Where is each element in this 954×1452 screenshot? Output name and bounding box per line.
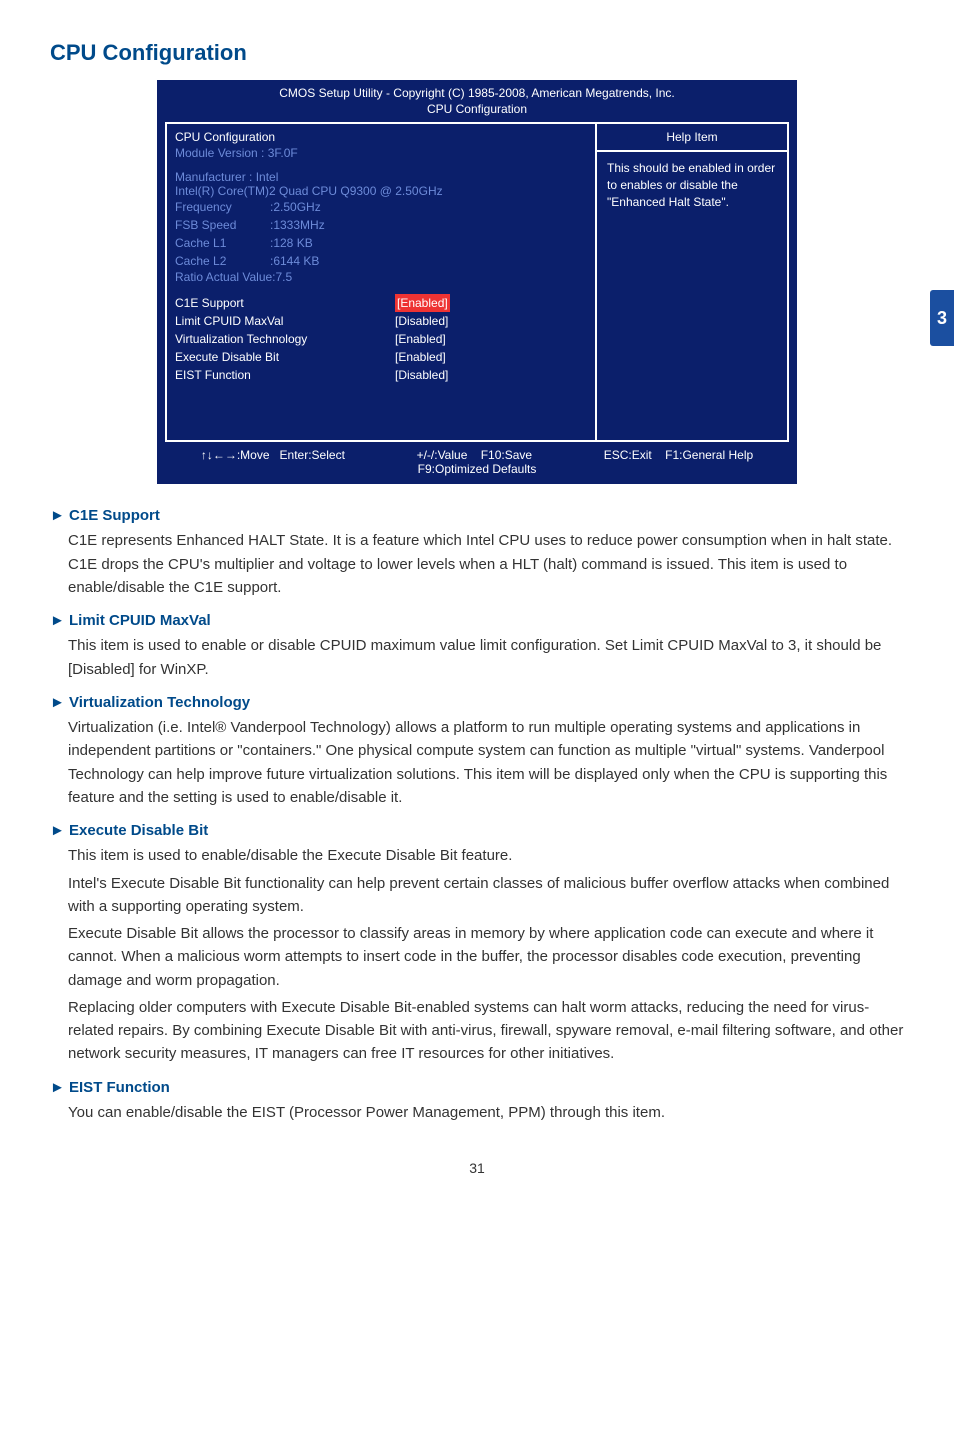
item-paragraph: Replacing older computers with Execute D… [68, 996, 904, 1066]
bios-ratio: Ratio Actual Value:7.5 [175, 270, 587, 284]
body-text: ► C1E SupportC1E represents Enhanced HAL… [50, 504, 904, 1124]
bios-left-pane: CPU Configuration Module Version : 3F.0F… [167, 124, 597, 440]
section-title: CPU Configuration [50, 40, 904, 66]
bios-info-row: Cache L2:6144 KB [175, 252, 587, 270]
item-paragraph: This item is used to enable/disable the … [68, 844, 904, 867]
item-paragraph: You can enable/disable the EIST (Process… [68, 1101, 904, 1124]
bios-left-header: CPU Configuration [175, 130, 587, 144]
bios-help-header: Help Item [597, 124, 787, 152]
page-number: 31 [50, 1160, 904, 1176]
bios-info-row: FSB Speed:1333MHz [175, 216, 587, 234]
item-paragraph: Intel's Execute Disable Bit functionalit… [68, 872, 904, 919]
item-heading: ► C1E Support [50, 504, 904, 527]
item-heading: ► Execute Disable Bit [50, 819, 904, 842]
bios-option-row: EIST Function[Disabled] [175, 366, 587, 384]
item-paragraph: Virtualization (i.e. Intel® Vanderpool T… [68, 716, 904, 809]
item-heading: ► Limit CPUID MaxVal [50, 609, 904, 632]
bios-option-row: Limit CPUID MaxVal[Disabled] [175, 312, 587, 330]
item-paragraph: C1E represents Enhanced HALT State. It i… [68, 529, 904, 599]
bios-manufacturer: Manufacturer : Intel [175, 170, 587, 184]
item-heading: ► EIST Function [50, 1076, 904, 1099]
footer-move: ↑↓←→:Move Enter:Select [201, 448, 345, 462]
bios-screenshot: CMOS Setup Utility - Copyright (C) 1985-… [157, 80, 797, 484]
item-paragraph: This item is used to enable or disable C… [68, 634, 904, 681]
bios-title-line1: CMOS Setup Utility - Copyright (C) 1985-… [157, 80, 797, 102]
bios-option-row: Execute Disable Bit[Enabled] [175, 348, 587, 366]
bios-option-row: C1E Support[Enabled] [175, 294, 587, 312]
bios-cpu-line: Intel(R) Core(TM)2 Quad CPU Q9300 @ 2.50… [175, 184, 587, 198]
side-tab: 3 [930, 290, 954, 346]
footer-exit: ESC:Exit F1:General Help [604, 448, 753, 462]
bios-module-version: Module Version : 3F.0F [175, 146, 587, 160]
bios-help-body: This should be enabled in order to enabl… [597, 152, 787, 218]
bios-body: CPU Configuration Module Version : 3F.0F… [165, 122, 789, 442]
bios-footer: ↑↓←→:Move Enter:Select +/-/:Value F10:Sa… [157, 442, 797, 484]
bios-info-row: Cache L1:128 KB [175, 234, 587, 252]
footer-defaults: F9:Optimized Defaults [165, 462, 789, 476]
item-paragraph: Execute Disable Bit allows the processor… [68, 922, 904, 992]
bios-option-row: Virtualization Technology[Enabled] [175, 330, 587, 348]
footer-value: +/-/:Value F10:Save [417, 448, 533, 462]
bios-title-line2: CPU Configuration [157, 102, 797, 122]
bios-info-row: Frequency:2.50GHz [175, 198, 587, 216]
bios-right-pane: Help Item This should be enabled in orde… [597, 124, 787, 440]
item-heading: ► Virtualization Technology [50, 691, 904, 714]
